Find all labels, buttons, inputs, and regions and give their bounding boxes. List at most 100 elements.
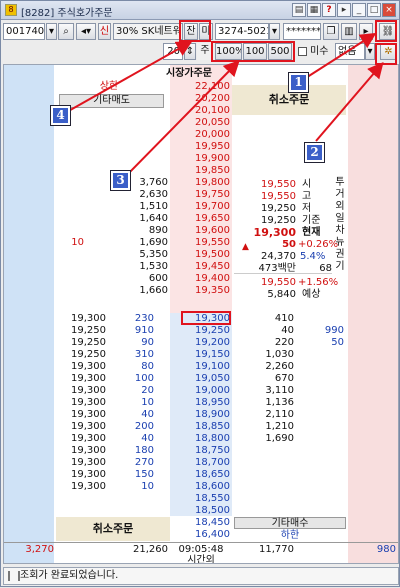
bid-price[interactable]: 16,400 [172,529,230,541]
help-icon[interactable]: ? [322,3,336,17]
ask-side-qty [56,93,84,105]
tab-mi[interactable]: 미 [199,23,213,40]
bid-price[interactable]: 19,050 [172,373,230,385]
qty-spin-icon[interactable]: ⇕ [184,43,196,60]
maximize-icon[interactable]: □ [367,3,381,17]
layout-icon[interactable]: ▥ [341,23,357,40]
bid-price[interactable]: 19,000 [172,385,230,397]
ask-qty: 600 [148,273,168,284]
ask-side-qty [56,285,84,297]
bid-price[interactable]: 19,250 [172,325,230,337]
bid-price[interactable]: 18,950 [172,397,230,409]
pct100-button[interactable]: 100% [215,43,242,60]
ask-price[interactable]: 19,450 [172,261,230,273]
after-hours-label[interactable]: 시간외 [170,555,232,563]
minimize-icon[interactable]: _ [352,3,366,17]
ask-price[interactable]: 19,500 [172,249,230,261]
bid-price[interactable]: 18,750 [172,445,230,457]
sound-icon[interactable]: ◂▾ [76,23,96,40]
ask-price[interactable]: 22,100 [172,81,230,93]
bid-qty: 410 [274,313,294,324]
market-order-label[interactable]: 시장가주문 [144,68,234,80]
copy-icon[interactable]: ❐ [323,23,339,40]
account-select[interactable]: 3274-5021 [215,23,269,40]
bid-price[interactable]: 18,850 [172,421,230,433]
ask-price[interactable]: 20,000 [172,129,230,141]
ask-price[interactable]: 19,650 [172,213,230,225]
bid-price[interactable]: 18,900 [172,409,230,421]
order-price: 19,250 [71,325,106,336]
bid-price[interactable]: 19,200 [172,337,230,349]
ask-price[interactable]: 19,350 [172,285,230,297]
ask-price[interactable]: 19,950 [172,141,230,153]
code-dropdown-icon[interactable]: ▾ [46,23,57,40]
stock-code-input[interactable]: 001740 [3,23,45,40]
ask-price[interactable]: 20,100 [172,105,230,117]
password-field[interactable]: ******* [283,23,321,40]
qty100-button[interactable]: 100 [243,43,267,60]
ask-side-qty [56,201,84,213]
ask-price[interactable]: 19,600 [172,225,230,237]
bid-price[interactable]: 18,550 [172,493,230,505]
bid-price[interactable]: 18,600 [172,481,230,493]
ask-side-qty: 10 [71,237,84,248]
order-price: 19,300 [71,481,106,492]
side-tab-strip[interactable]: 투거외일차뉴권기 [333,177,347,273]
order-qty: 10 [141,397,154,408]
ask-price[interactable]: 19,850 [172,165,230,177]
pin-icon[interactable]: ▸ [337,3,351,17]
bid-price[interactable]: 18,700 [172,457,230,469]
info-base-label: 기준 [302,215,321,226]
cancel-order-bottom[interactable]: 취소주문 [56,517,170,541]
search-icon[interactable]: ⌕ [58,23,74,40]
link-icon[interactable]: ⛓ [379,23,397,40]
ask-price[interactable]: 20,200 [172,93,230,105]
ok-dropdown-icon[interactable]: ▾ [365,43,375,60]
bid-far-qty [304,349,344,361]
order-qty: 910 [134,325,154,336]
close-icon[interactable]: × [382,3,396,17]
ask-price[interactable]: 19,700 [172,201,230,213]
ask-side-qty [56,177,84,189]
bid-price[interactable]: 19,150 [172,349,230,361]
ask-price[interactable]: 19,800 [172,177,230,189]
ask-side-qty [56,261,84,273]
tab-jan[interactable]: 잔 [184,23,198,40]
save-icon[interactable]: ▤ [292,3,306,17]
order-price: 19,300 [71,445,106,456]
bid-price[interactable]: 18,800 [172,433,230,445]
quantity-input[interactable]: 20 [163,43,183,60]
callout-badge-2: 2 [304,142,325,163]
info-open-label: 시 [302,179,312,190]
bid-qty [234,493,294,505]
order-qty: 310 [134,349,154,360]
info-open-price: 19,550 [261,179,296,190]
bid-price[interactable]: 19,100 [172,361,230,373]
bid-price[interactable]: 18,500 [172,505,230,517]
ask-side-qty [56,249,84,261]
qty500-button[interactable]: 500 [268,43,292,60]
ask-price[interactable]: 20,050 [172,117,230,129]
ask-qty [104,93,168,105]
ask-price[interactable]: 19,550 [172,237,230,249]
info-low-label: 저 [302,203,312,214]
ask-qty: 1,530 [139,261,168,272]
unfilled-checkbox[interactable] [298,47,307,56]
account-dropdown-icon[interactable]: ▾ [269,23,280,40]
other-buy-button[interactable]: 기타매수 [234,517,346,529]
bid-price[interactable]: 18,450 [172,517,230,529]
ask-price[interactable]: 19,900 [172,153,230,165]
next-arrow[interactable]: ▸ [359,23,373,40]
sell-label[interactable]: 신 [98,23,111,40]
ok-select[interactable]: 없음 [335,43,365,60]
ask-qty [104,117,168,129]
settings-gear-icon[interactable]: ✲ [380,43,397,60]
order-qty: 270 [134,457,154,468]
bid-price[interactable]: 18,650 [172,469,230,481]
ask-price[interactable]: 19,400 [172,273,230,285]
print-icon[interactable]: ▦ [307,3,321,17]
info-expected-qty: 5,840 [267,289,296,300]
bid-price[interactable]: 19,300 [172,313,230,325]
ask-price[interactable]: 19,750 [172,189,230,201]
bid-far-qty: 50 [331,337,344,348]
